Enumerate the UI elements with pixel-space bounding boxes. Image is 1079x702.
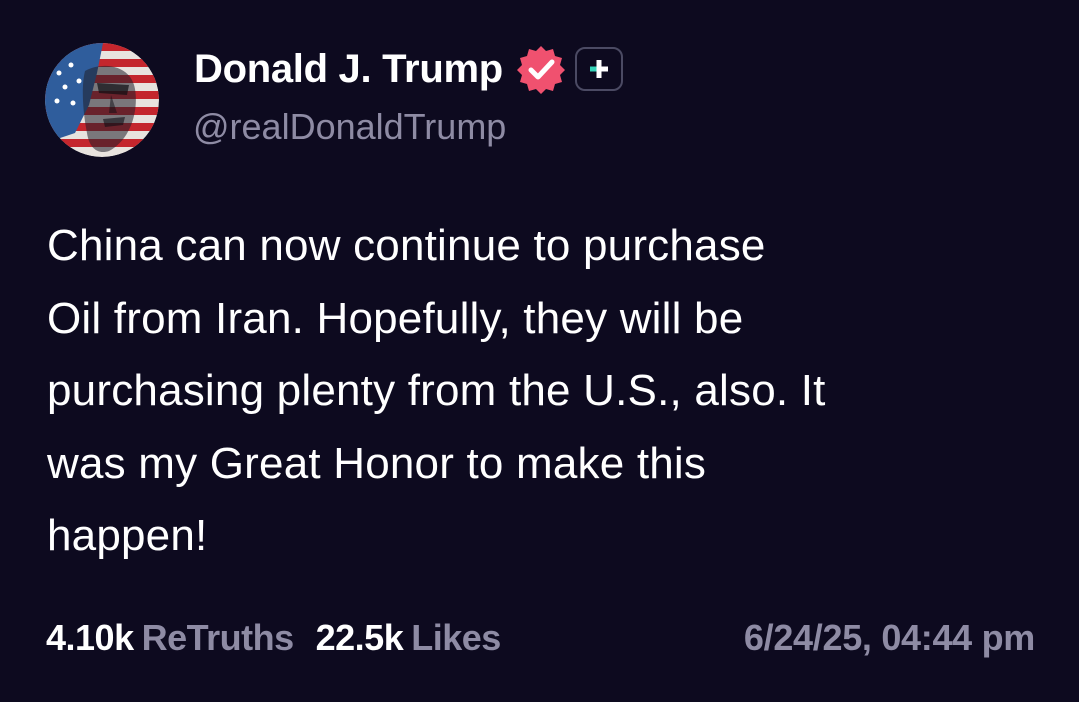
post-text-line: Oil from Iran. Hopefully, they will be — [47, 293, 744, 343]
likes-count: 22.5k — [315, 617, 404, 658]
post-text-line: happen! — [47, 511, 208, 560]
retruths-stat[interactable]: 4.10k ReTruths — [46, 617, 294, 659]
post-text-line: China can now continue to purchase — [47, 221, 766, 270]
post-timestamp: 6/24/25, 04:44 pm — [743, 617, 1035, 658]
avatar-image — [45, 43, 159, 157]
author-handle[interactable]: @realDonaldTrump — [193, 104, 506, 150]
author-name-row: Donald J. Trump — [194, 44, 623, 94]
verified-badge-icon — [515, 43, 567, 95]
retruths-count: 4.10k — [46, 617, 134, 658]
plus-badge-icon[interactable] — [574, 47, 623, 91]
post-body: China can now continue to purchase Oil f… — [47, 210, 1047, 573]
post-meta-row: 4.10k ReTruths 22.5k Likes 6/24/25, 04:4… — [46, 614, 1035, 662]
profile-avatar[interactable] — [45, 43, 159, 157]
truth-post: Donald J. Trump @realDonaldTrump China c… — [0, 0, 1079, 702]
post-text-line: was my Great Honor to make this — [47, 438, 707, 488]
post-text-line: purchasing plenty from the U.S., also. I… — [47, 366, 826, 415]
likes-label: Likes — [411, 617, 501, 658]
retruths-label: ReTruths — [141, 617, 295, 658]
author-display-name[interactable]: Donald J. Trump — [194, 44, 503, 94]
likes-stat[interactable]: 22.5k Likes — [315, 617, 502, 659]
